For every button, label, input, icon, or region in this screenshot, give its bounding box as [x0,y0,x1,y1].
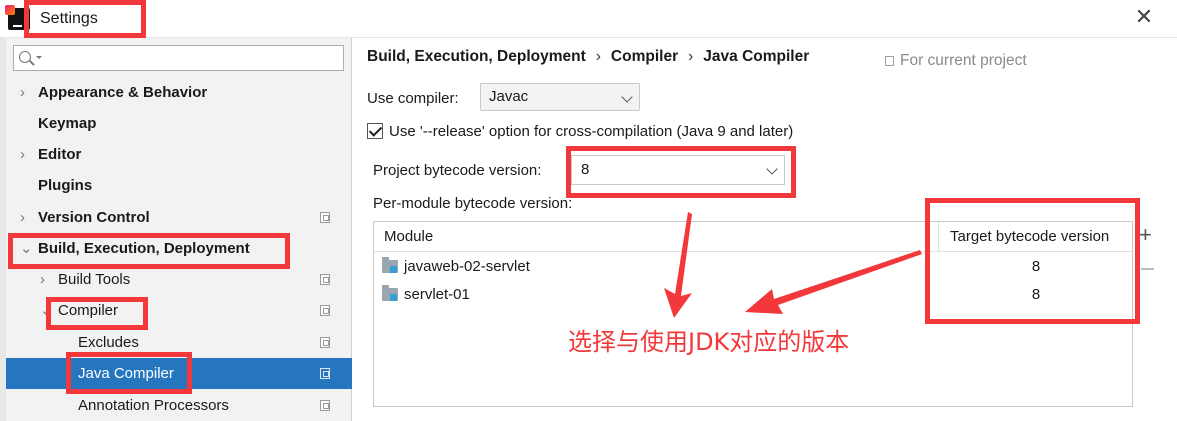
annotation-arrow-right [745,250,922,314]
annotation-text: 选择与使用JDK对应的版本 [568,328,850,356]
annotation-arrow-up [664,212,692,318]
annotation-arrows [664,212,922,318]
